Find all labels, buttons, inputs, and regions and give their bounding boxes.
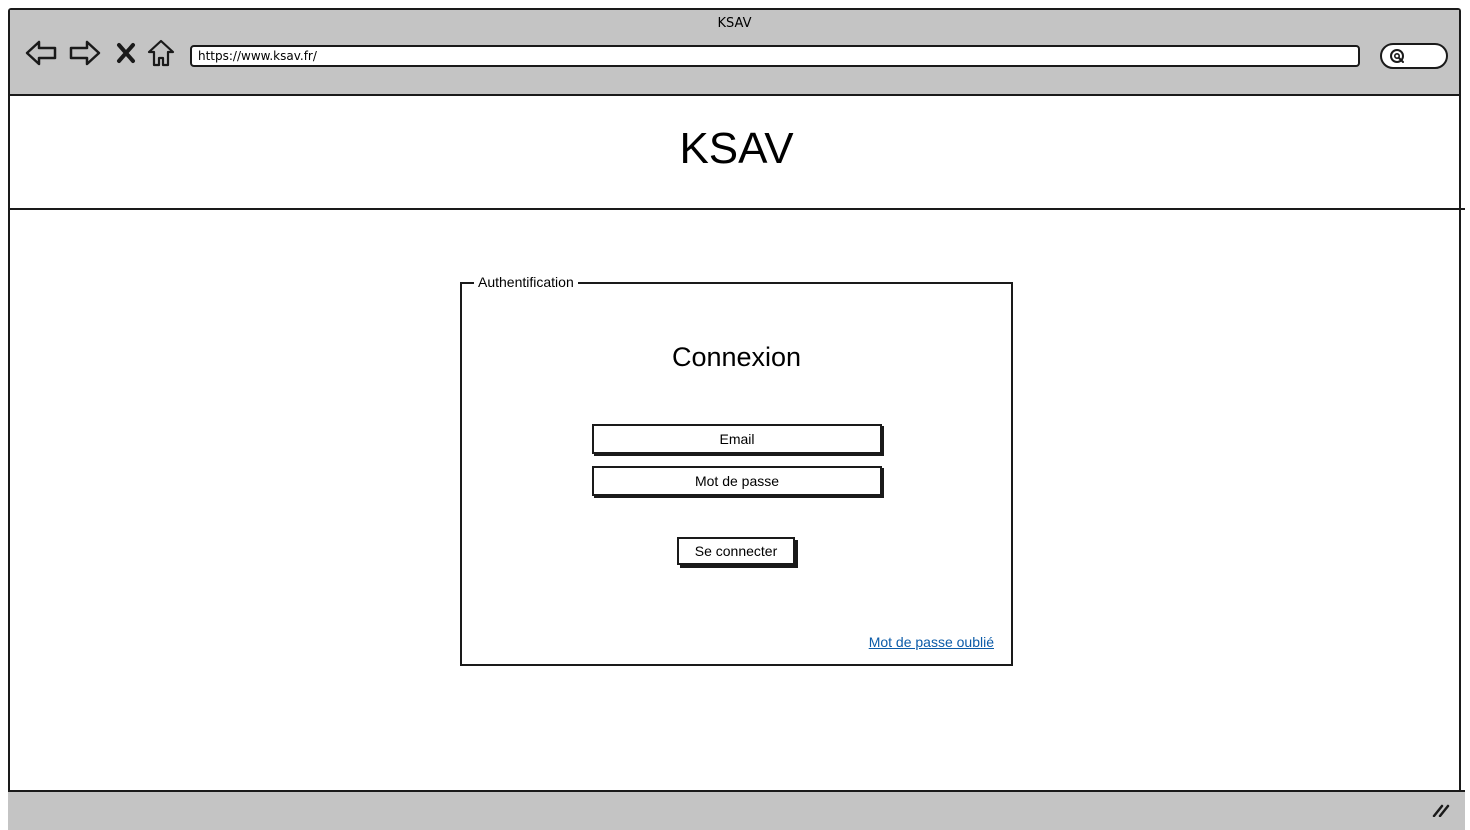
forward-arrow-icon[interactable] xyxy=(68,38,102,68)
resize-grip-icon[interactable] xyxy=(1431,802,1451,821)
browser-toolbar: KSAV https://www.ksav.fr/ xyxy=(10,10,1459,96)
home-icon[interactable] xyxy=(146,38,176,68)
auth-legend: Authentification xyxy=(474,274,578,290)
site-title: KSAV xyxy=(679,124,794,173)
login-button[interactable]: Se connecter xyxy=(677,537,795,565)
login-title: Connexion xyxy=(671,342,802,372)
search-icon xyxy=(1390,49,1404,63)
search-button[interactable] xyxy=(1380,43,1448,69)
window-title: KSAV xyxy=(717,16,752,31)
address-bar[interactable]: https://www.ksav.fr/ xyxy=(190,45,1360,67)
password-field[interactable]: Mot de passe xyxy=(592,466,882,496)
back-arrow-icon[interactable] xyxy=(24,38,58,68)
close-icon[interactable] xyxy=(114,38,138,68)
browser-window: KSAV https://www.ksav.fr/ KSAV Authentif… xyxy=(8,8,1465,830)
auth-fieldset: Authentification Connexion Email Mot de … xyxy=(460,274,1013,666)
forgot-password-link[interactable]: Mot de passe oublié xyxy=(869,634,994,650)
status-bar xyxy=(8,790,1465,830)
site-header: KSAV xyxy=(8,96,1465,210)
email-field[interactable]: Email xyxy=(592,424,882,454)
